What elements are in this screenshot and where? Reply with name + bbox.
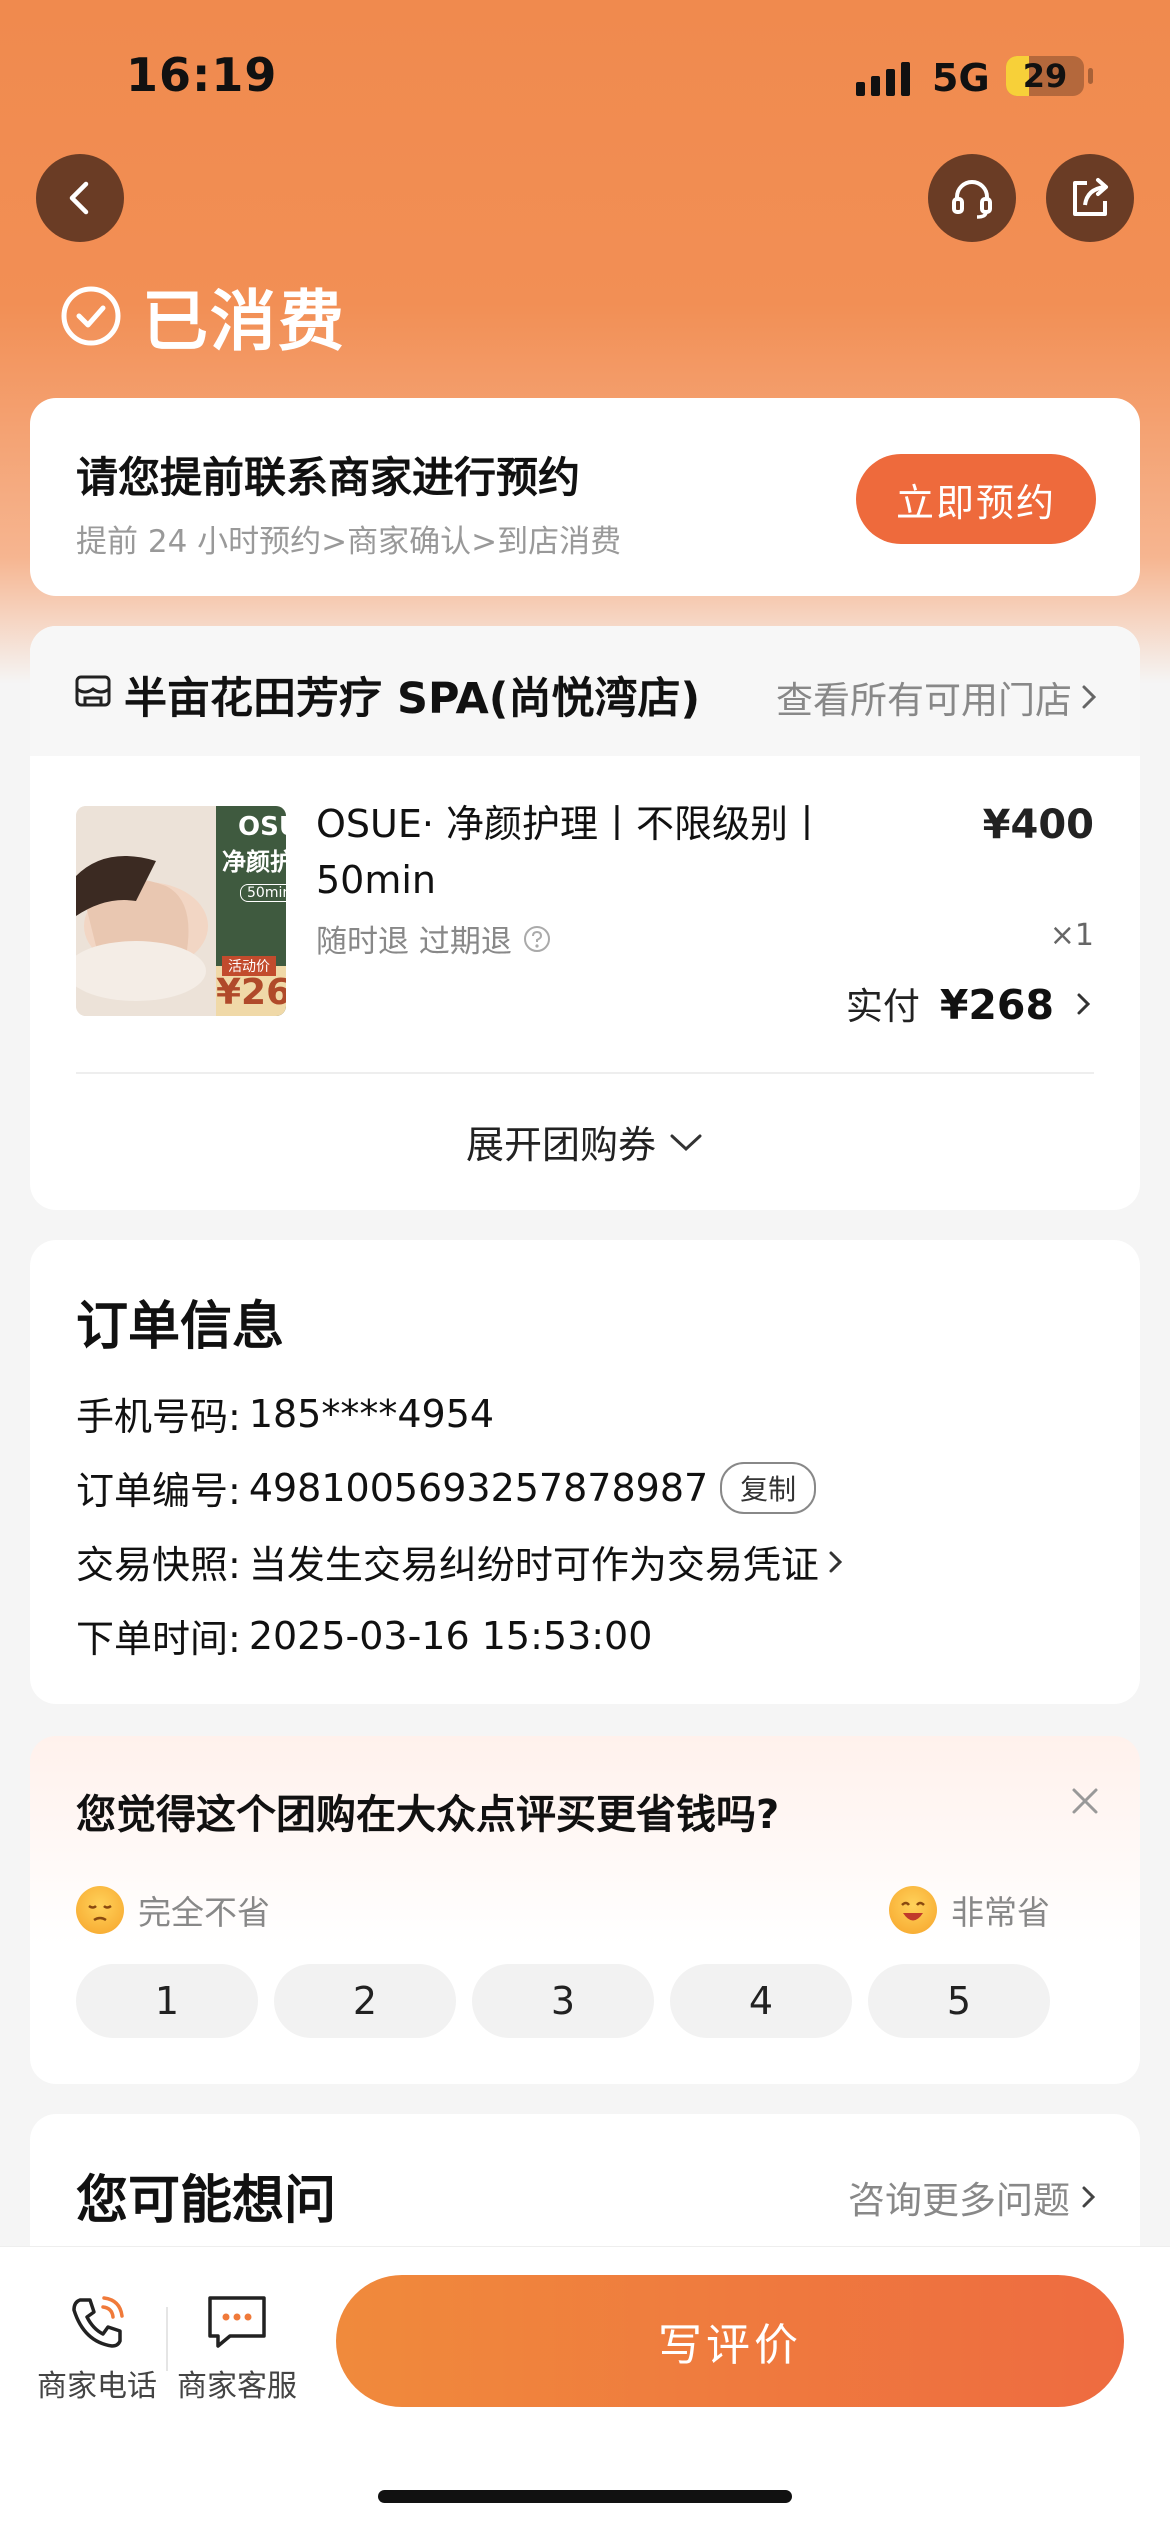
refund-policy: 随时退 过期退 (316, 916, 552, 961)
snapshot-row[interactable]: 交易快照: 当发生交易纠纷时可作为交易凭证 (76, 1534, 847, 1589)
share-icon (1073, 178, 1108, 216)
refund-policy-label: 随时退 过期退 (316, 924, 512, 960)
expand-vouchers-button[interactable]: 展开团购券 (30, 1114, 1140, 1169)
home-indicator (378, 2490, 792, 2503)
order-status: 已消费 (60, 268, 346, 364)
customer-service-button[interactable] (928, 154, 1016, 242)
product-thumbnail[interactable]: OSU 净颜护 50min 活动价 ¥268 (76, 806, 286, 1016)
chevron-down-icon (670, 1134, 702, 1151)
merchant-phone-button[interactable]: 商家电话 (32, 2285, 162, 2405)
shop-name: 半亩花田芳疗 SPA(尚悦湾店) (124, 674, 701, 724)
shop-card: 半亩花田芳疗 SPA(尚悦湾店) 查看所有可用门店 OSU 净颜护 50min … (30, 626, 1140, 1210)
share-button[interactable] (1046, 154, 1134, 242)
high-label-text: 非常省 (951, 1893, 1050, 1932)
rating-option-5[interactable]: 5 (868, 1964, 1050, 2038)
merchant-cs-label: 商家客服 (177, 2369, 297, 2404)
snapshot-label: 交易快照: (76, 1543, 241, 1587)
close-icon[interactable] (1068, 1784, 1102, 1818)
order-detail-page: 16:19 5G 29 已消费 请您提前联系商家进行预约 提前 24 小时预约>… (0, 0, 1170, 2532)
phone-label: 手机号码: (76, 1395, 241, 1439)
chat-icon (208, 2296, 266, 2348)
merchant-phone-label: 商家电话 (37, 2369, 157, 2404)
reservation-subtitle: 提前 24 小时预约>商家确认>到店消费 (76, 524, 622, 560)
question-icon[interactable] (522, 924, 552, 954)
order-info-card: 订单信息 手机号码: 185****4954 订单编号: 49810056932… (30, 1240, 1140, 1704)
divider (76, 1072, 1094, 1074)
rating-option-4[interactable]: 4 (670, 1964, 852, 2038)
order-info-title: 订单信息 (76, 1297, 285, 1357)
product-title[interactable]: OSUE· 净颜护理丨不限级别丨50min (316, 796, 876, 908)
chevron-right-icon (1082, 685, 1097, 709)
merchant-cs-button[interactable]: 商家客服 (172, 2285, 302, 2405)
rating-option-2[interactable]: 2 (274, 1964, 456, 2038)
rating-option-1[interactable]: 1 (76, 1964, 258, 2038)
status-bar: 16:19 5G 29 (0, 0, 1170, 150)
expand-label: 展开团购券 (465, 1123, 656, 1167)
order-number-row: 订单编号: 4981005693257878987 复制 (76, 1460, 817, 1515)
product-quantity: ×1 (1049, 918, 1094, 953)
sad-face-icon (76, 1886, 124, 1934)
product-original-price: ¥400 (982, 802, 1094, 848)
paid-label: 实付 (845, 985, 920, 1028)
paid-amount: ¥268 (939, 981, 1054, 1029)
phone-value: 185****4954 (248, 1391, 495, 1436)
rating-options: 1 2 3 4 5 (76, 1964, 1050, 2038)
shop-icon (75, 675, 111, 707)
back-button[interactable] (36, 154, 124, 242)
survey-question: 您觉得这个团购在大众点评买更省钱吗? (76, 1792, 780, 1838)
paid-amount-row[interactable]: 实付 ¥268 (846, 976, 1094, 1030)
happy-face-icon (889, 1886, 937, 1934)
check-circle-icon (61, 286, 121, 346)
order-number-label: 订单编号: (76, 1469, 241, 1513)
savings-survey-card: 您觉得这个团购在大众点评买更省钱吗? 完全不省 非常省 1 2 3 4 5 (30, 1736, 1140, 2084)
thumb-duration: 50min (240, 884, 286, 902)
reservation-title: 请您提前联系商家进行预约 (76, 453, 581, 502)
thumb-brand: OSU (238, 812, 286, 842)
low-savings-label: 完全不省 (76, 1886, 270, 1934)
order-time-value: 2025-03-16 15:53:00 (248, 1613, 653, 1658)
snapshot-value: 当发生交易纠纷时可作为交易凭证 (248, 1543, 819, 1587)
headset-icon (952, 180, 992, 219)
write-review-button[interactable]: 写评价 (336, 2275, 1124, 2407)
high-savings-label: 非常省 (889, 1886, 1050, 1934)
phone-icon (72, 2296, 124, 2348)
separator (166, 2307, 168, 2371)
more-questions-link[interactable]: 咨询更多问题 (848, 2170, 1100, 2224)
low-label-text: 完全不省 (138, 1893, 270, 1932)
status-title: 已消费 (142, 283, 346, 360)
all-stores-label: 查看所有可用门店 (776, 679, 1072, 722)
chevron-right-icon (1082, 2186, 1096, 2208)
all-stores-link[interactable]: 查看所有可用门店 (776, 670, 1100, 724)
status-time: 16:19 (126, 48, 278, 102)
order-number-value: 4981005693257878987 (248, 1465, 709, 1510)
signal-icon (856, 60, 910, 96)
network-type: 5G (932, 56, 990, 100)
phone-row: 手机号码: 185****4954 (76, 1386, 494, 1441)
battery-icon: 29 (1006, 56, 1084, 96)
reservation-card: 请您提前联系商家进行预约 提前 24 小时预约>商家确认>到店消费 立即预约 (30, 398, 1140, 596)
battery-tip (1088, 68, 1093, 84)
order-time-row: 下单时间: 2025-03-16 15:53:00 (76, 1608, 652, 1663)
shop-header[interactable]: 半亩花田芳疗 SPA(尚悦湾店) 查看所有可用门店 (30, 626, 1140, 756)
chevron-left-icon (69, 181, 89, 215)
more-questions-label: 咨询更多问题 (848, 2179, 1070, 2222)
copy-button[interactable]: 复制 (720, 1461, 817, 1514)
order-time-label: 下单时间: (76, 1617, 241, 1661)
rating-option-3[interactable]: 3 (472, 1964, 654, 2038)
faq-title: 您可能想问 (76, 2171, 337, 2231)
thumb-name: 净颜护 (222, 848, 286, 876)
thumb-promo-price: ¥268 (216, 972, 286, 1013)
reserve-now-button[interactable]: 立即预约 (856, 454, 1096, 544)
battery-level: 29 (1022, 57, 1068, 95)
chevron-right-icon (829, 1551, 842, 1572)
chevron-right-icon (1077, 993, 1091, 1015)
